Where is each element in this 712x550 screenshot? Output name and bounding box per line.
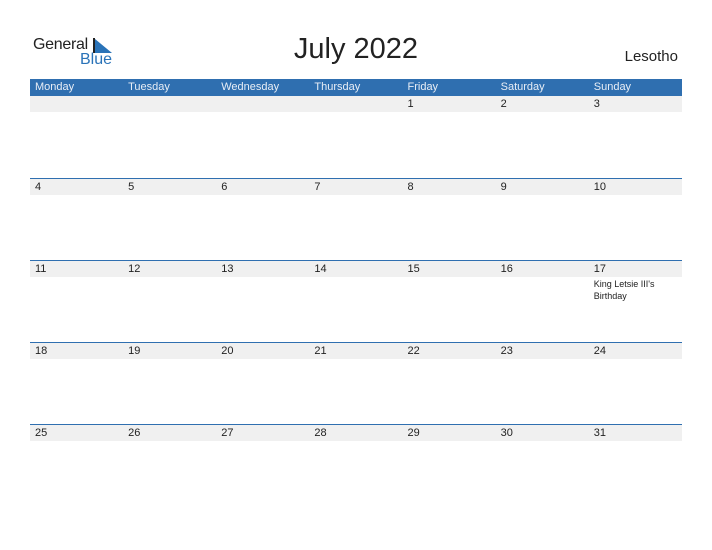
- holiday-label: [309, 441, 402, 442]
- week-row: 1 2 3: [30, 96, 682, 178]
- weekday-wednesday: Wednesday: [221, 81, 280, 93]
- holiday-label: [309, 112, 402, 113]
- day-number: [216, 96, 309, 112]
- holiday-label: [123, 112, 216, 113]
- day-number: 18: [35, 345, 48, 357]
- event-row: [30, 359, 682, 360]
- holiday-label: [309, 195, 402, 196]
- day-number: 7: [314, 181, 321, 193]
- day-number: [123, 96, 216, 112]
- holiday-label: [589, 112, 682, 113]
- holiday-label: [496, 359, 589, 360]
- day-number: 9: [500, 181, 507, 193]
- day-number: 29: [407, 427, 420, 439]
- day-number: 16: [500, 263, 513, 275]
- weekday-tuesday: Tuesday: [128, 81, 170, 93]
- holiday-label: [216, 277, 309, 302]
- day-number: 22: [407, 345, 420, 357]
- day-number: 19: [128, 345, 141, 357]
- holiday-label: [216, 441, 309, 442]
- day-number: 14: [314, 263, 327, 275]
- holiday-label: [30, 112, 123, 113]
- date-row: 25 26 27 28 29 30 31: [30, 424, 682, 441]
- day-number: 21: [314, 345, 327, 357]
- holiday-label: [403, 195, 496, 196]
- day-number: 4: [35, 181, 42, 193]
- holiday-label: [216, 112, 309, 113]
- weekday-friday: Friday: [407, 81, 439, 93]
- calendar-title: July 2022: [293, 33, 419, 65]
- date-row: 18 19 20 21 22 23 24: [30, 342, 682, 359]
- holiday-label: [403, 441, 496, 442]
- holiday-label: [496, 441, 589, 442]
- day-number: 24: [593, 345, 606, 357]
- holiday-label: [496, 112, 589, 113]
- event-row: King Letsie III's Birthday: [30, 277, 682, 302]
- day-number: 12: [128, 263, 141, 275]
- day-number: 1: [407, 98, 414, 110]
- event-row: [30, 195, 682, 196]
- week-row: 4 5 6 7 8 9 10: [30, 178, 682, 260]
- day-number: 23: [500, 345, 513, 357]
- holiday-label: [589, 359, 682, 360]
- date-row: 1 2 3: [30, 96, 682, 112]
- holiday-label: [309, 277, 402, 302]
- holiday-label: [403, 359, 496, 360]
- day-number: 10: [593, 181, 606, 193]
- day-number: [30, 96, 123, 112]
- holiday-label: [589, 195, 682, 196]
- day-number: 15: [407, 263, 420, 275]
- day-number: 28: [314, 427, 327, 439]
- holiday-label: [30, 277, 123, 302]
- holiday-label: King Letsie III's Birthday: [593, 279, 655, 301]
- day-number: 13: [221, 263, 234, 275]
- holiday-label: [403, 112, 496, 113]
- weekday-monday: Monday: [35, 81, 75, 93]
- day-number: 25: [35, 427, 48, 439]
- week-row: 18 19 20 21 22 23 24: [30, 342, 682, 424]
- holiday-label: [30, 195, 123, 196]
- weekday-sunday: Sunday: [593, 81, 632, 93]
- event-row: [30, 441, 682, 442]
- weekday-saturday: Saturday: [500, 81, 545, 93]
- weekday-header: Monday Tuesday Wednesday Thursday Friday…: [30, 79, 682, 96]
- holiday-label: [123, 277, 216, 302]
- week-row: 25 26 27 28 29 30 31: [30, 424, 682, 506]
- holiday-label: [496, 195, 589, 196]
- day-number: [309, 96, 402, 112]
- holiday-label: [30, 359, 123, 360]
- day-number: 6: [221, 181, 228, 193]
- holiday-label: [123, 359, 216, 360]
- day-number: 26: [128, 427, 141, 439]
- day-number: 11: [35, 263, 47, 275]
- day-number: 3: [593, 98, 600, 110]
- date-row: 11 12 13 14 15 16 17: [30, 260, 682, 277]
- holiday-label: [30, 441, 123, 442]
- holiday-label: [496, 277, 589, 302]
- day-number: 27: [221, 427, 234, 439]
- country-label: Lesotho: [624, 48, 678, 65]
- day-number: 17: [593, 263, 606, 275]
- holiday-label: [403, 277, 496, 302]
- day-number: 20: [221, 345, 234, 357]
- date-row: 4 5 6 7 8 9 10: [30, 178, 682, 195]
- week-row: 11 12 13 14 15 16 17 King Letsie III's Birthday: [30, 260, 682, 342]
- holiday-label: [216, 359, 309, 360]
- day-number: 30: [500, 427, 513, 439]
- weekday-thursday: Thursday: [314, 81, 361, 93]
- day-number: 31: [593, 427, 606, 439]
- holiday-label: [589, 441, 682, 442]
- day-number: 2: [500, 98, 507, 110]
- holiday-label: [216, 195, 309, 196]
- day-number: 5: [128, 181, 135, 193]
- day-number: 8: [407, 181, 414, 193]
- event-row: [30, 112, 682, 113]
- holiday-label: [123, 441, 216, 442]
- calendar-grid: Monday Tuesday Wednesday Thursday Friday…: [30, 79, 682, 506]
- holiday-label: [123, 195, 216, 196]
- holiday-label: [309, 359, 402, 360]
